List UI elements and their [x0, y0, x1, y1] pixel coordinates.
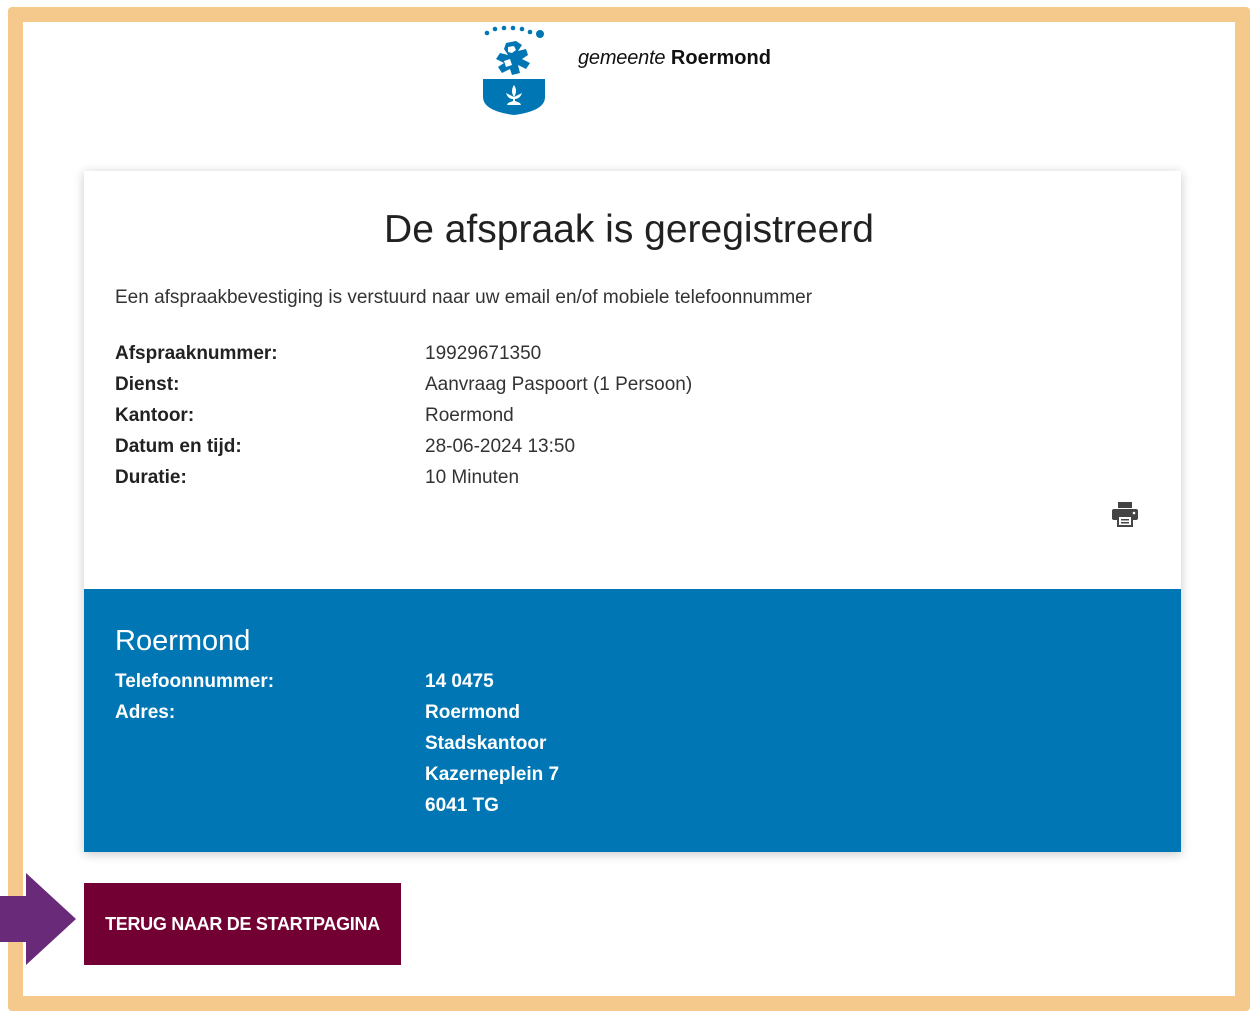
detail-value: 28-06-2024 13:50 — [425, 435, 576, 457]
brand-prefix: gemeente — [578, 47, 666, 69]
brand-name[interactable]: gemeente Roermond — [578, 47, 771, 70]
detail-value: 19929671350 — [425, 342, 542, 364]
office-name: Roermond — [115, 625, 251, 657]
detail-row-datetime: Datum en tijd: 28-06-2024 13:50 — [115, 431, 915, 462]
appointment-details: Afspraaknummer: 19929671350 Dienst: Aanv… — [115, 338, 915, 493]
address-lines: Roermond Stadskantoor Kazerneplein 7 604… — [425, 697, 559, 821]
phone-label: Telefoonnummer: — [115, 671, 275, 692]
printer-icon[interactable] — [1111, 501, 1139, 527]
detail-value: 10 Minuten — [425, 466, 520, 488]
detail-label: Kantoor: — [115, 404, 195, 426]
detail-value: Roermond — [425, 404, 514, 426]
office-address-row: Adres: Roermond Stadskantoor Kazerneplei… — [115, 697, 559, 821]
confirmation-intro: Een afspraakbevestiging is verstuurd naa… — [115, 287, 813, 308]
office-info: Roermond Telefoonnummer: 14 0475 Adres: … — [84, 589, 1181, 852]
detail-row-office: Kantoor: Roermond — [115, 400, 915, 431]
roermond-coat-of-arms-icon[interactable] — [478, 25, 550, 117]
detail-label: Dienst: — [115, 373, 180, 395]
address-line: 6041 TG — [425, 795, 499, 816]
phone-value: 14 0475 — [425, 671, 494, 692]
brand-city: Roermond — [670, 47, 771, 69]
address-line: Kazerneplein 7 — [425, 764, 560, 785]
detail-label: Duratie: — [115, 466, 187, 488]
detail-row-duration: Duratie: 10 Minuten — [115, 462, 915, 493]
detail-label: Afspraaknummer: — [115, 342, 278, 364]
annotation-arrow-icon — [0, 873, 76, 965]
page-title: De afspraak is geregistreerd — [384, 208, 874, 251]
office-details: Telefoonnummer: 14 0475 Adres: Roermond … — [115, 666, 559, 821]
address-line: Stadskantoor — [425, 733, 547, 754]
detail-value: Aanvraag Paspoort (1 Persoon) — [425, 373, 693, 395]
address-line: Roermond — [425, 702, 520, 723]
office-phone-row: Telefoonnummer: 14 0475 — [115, 666, 559, 697]
address-label: Adres: — [115, 702, 176, 723]
detail-label: Datum en tijd: — [115, 435, 242, 457]
back-to-start-button[interactable]: TERUG NAAR DE STARTPAGINA — [84, 883, 401, 965]
detail-row-service: Dienst: Aanvraag Paspoort (1 Persoon) — [115, 369, 915, 400]
detail-row-number: Afspraaknummer: 19929671350 — [115, 338, 915, 369]
